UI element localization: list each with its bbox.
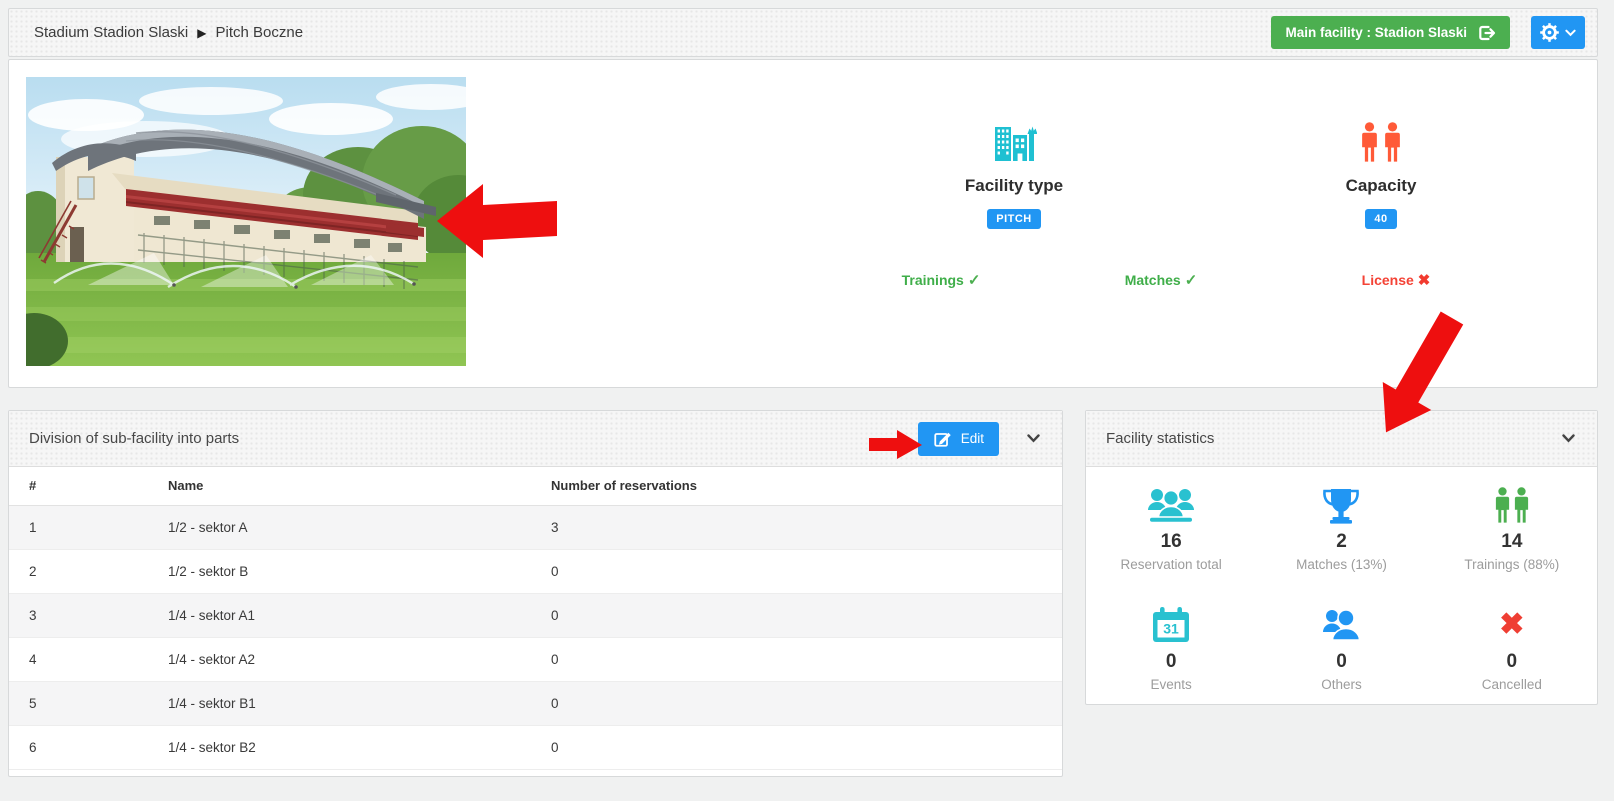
flag-trainings-label: Trainings (902, 272, 964, 288)
row-reservations: 0 (531, 637, 1062, 681)
stat-value: 0 (1427, 651, 1597, 673)
stat-others: 0 Others (1256, 587, 1426, 707)
stat-value: 14 (1427, 531, 1597, 553)
statistics-panel-header: Facility statistics (1086, 411, 1597, 467)
edit-button-label: Edit (961, 431, 984, 446)
capacity-badge: 40 (1365, 209, 1396, 229)
sub-facility-table: # Name Number of reservations 1 1/2 - se… (9, 467, 1062, 770)
breadcrumb-separator-icon: ▶ (197, 26, 206, 40)
check-icon: ✓ (1185, 272, 1198, 289)
row-name: 1/4 - sektor A2 (148, 637, 531, 681)
row-index: 3 (9, 593, 148, 637)
division-panel: Division of sub-facility into parts Edit… (8, 410, 1063, 777)
person-pair-icon (1256, 602, 1426, 648)
stat-label: Cancelled (1427, 677, 1597, 692)
stat-trainings: 14 Trainings (88%) (1427, 467, 1597, 587)
gear-icon (1540, 23, 1559, 42)
top-header-bar: Stadium Stadion Slaski ▶ Pitch Boczne Ma… (8, 8, 1598, 57)
stat-cancelled: ✖ 0 Cancelled (1427, 587, 1597, 707)
cross-icon: ✖ (1418, 272, 1431, 289)
edit-button[interactable]: Edit (918, 422, 999, 456)
row-name: 1/4 - sektor B2 (148, 725, 531, 769)
table-header-row: # Name Number of reservations (9, 467, 1062, 505)
facility-overview-panel: Facility type PITCH Capacity 40 Training… (8, 59, 1598, 388)
row-reservations: 0 (531, 549, 1062, 593)
flag-matches-label: Matches (1125, 272, 1181, 288)
stat-reservation-total: 16 Reservation total (1086, 467, 1256, 587)
stat-value: 0 (1086, 651, 1256, 673)
buildings-icon (904, 115, 1124, 163)
row-reservations: 0 (531, 593, 1062, 637)
facility-statistics-panel: Facility statistics 16 Reservation total (1085, 410, 1598, 705)
row-name: 1/4 - sektor B1 (148, 681, 531, 725)
check-icon: ✓ (968, 272, 981, 289)
main-facility-button-label: Main facility : Stadion Slaski (1285, 25, 1467, 40)
flag-trainings: Trainings✓ (836, 271, 1046, 289)
stat-value: 2 (1256, 531, 1426, 553)
column-header-name: Name (148, 467, 531, 505)
stat-label: Matches (13%) (1256, 557, 1426, 572)
stat-matches: 2 Matches (13%) (1256, 467, 1426, 587)
capacity-label: Capacity (1271, 176, 1491, 196)
edit-pencil-icon (933, 429, 952, 448)
exit-icon (1476, 23, 1496, 43)
row-index: 6 (9, 725, 148, 769)
division-collapse-chevron-down-icon[interactable] (1023, 430, 1044, 447)
row-reservations: 3 (531, 505, 1062, 549)
flag-license: License✖ (1291, 271, 1501, 289)
division-panel-header: Division of sub-facility into parts Edit (9, 411, 1062, 467)
division-panel-title: Division of sub-facility into parts (29, 430, 239, 447)
breadcrumb: Stadium Stadion Slaski ▶ Pitch Boczne (34, 24, 303, 41)
two-people-icon (1271, 115, 1491, 163)
two-people-icon (1427, 482, 1597, 528)
row-index: 5 (9, 681, 148, 725)
stat-label: Events (1086, 677, 1256, 692)
statistics-panel-title: Facility statistics (1106, 430, 1214, 447)
row-reservations: 0 (531, 681, 1062, 725)
cross-icon: ✖ (1427, 602, 1597, 648)
facility-type-label: Facility type (904, 176, 1124, 196)
row-index: 4 (9, 637, 148, 681)
trophy-icon (1256, 482, 1426, 528)
capacity-block: Capacity 40 (1271, 115, 1491, 229)
calendar-icon: 31 (1086, 602, 1256, 648)
statistics-collapse-chevron-down-icon[interactable] (1558, 430, 1579, 447)
statistics-grid: 16 Reservation total 2 Matches (13%) (1086, 467, 1597, 707)
flag-license-label: License (1362, 272, 1414, 288)
row-index: 1 (9, 505, 148, 549)
column-header-reservations: Number of reservations (531, 467, 1062, 505)
group-icon (1086, 482, 1256, 528)
table-row: 2 1/2 - sektor B 0 (9, 549, 1062, 593)
row-index: 2 (9, 549, 148, 593)
stat-label: Reservation total (1086, 557, 1256, 572)
table-row: 3 1/4 - sektor A1 0 (9, 593, 1062, 637)
column-header-index: # (9, 467, 148, 505)
stadium-photo (26, 77, 466, 366)
table-row: 5 1/4 - sektor B1 0 (9, 681, 1062, 725)
svg-text:31: 31 (1163, 621, 1179, 637)
stat-events: 31 0 Events (1086, 587, 1256, 707)
stat-label: Trainings (88%) (1427, 557, 1597, 572)
stat-value: 16 (1086, 531, 1256, 553)
settings-button[interactable] (1531, 16, 1585, 49)
row-name: 1/4 - sektor A1 (148, 593, 531, 637)
facility-type-block: Facility type PITCH (904, 115, 1124, 229)
stat-label: Others (1256, 677, 1426, 692)
facility-type-badge: PITCH (987, 209, 1041, 229)
stat-value: 0 (1256, 651, 1426, 673)
table-row: 6 1/4 - sektor B2 0 (9, 725, 1062, 769)
main-facility-button[interactable]: Main facility : Stadion Slaski (1271, 16, 1510, 49)
row-name: 1/2 - sektor A (148, 505, 531, 549)
breadcrumb-current: Pitch Boczne (215, 24, 303, 41)
table-row: 4 1/4 - sektor A2 0 (9, 637, 1062, 681)
breadcrumb-parent[interactable]: Stadium Stadion Slaski (34, 24, 188, 41)
table-row: 1 1/2 - sektor A 3 (9, 505, 1062, 549)
chevron-down-icon (1565, 29, 1576, 37)
row-reservations: 0 (531, 725, 1062, 769)
row-name: 1/2 - sektor B (148, 549, 531, 593)
flag-matches: Matches✓ (1056, 271, 1266, 289)
